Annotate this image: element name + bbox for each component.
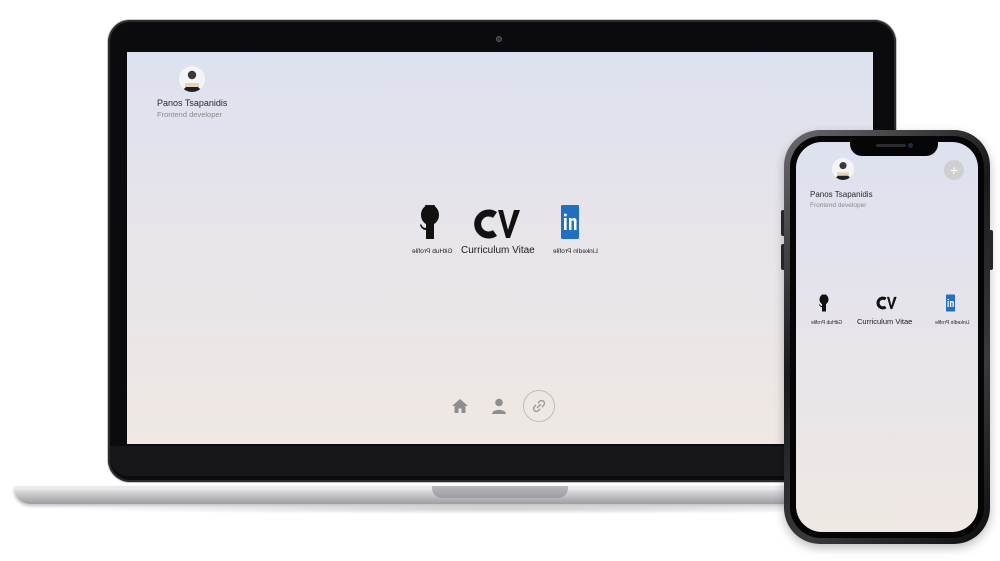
phone-github-link[interactable]: GitHub Profile [808,294,843,334]
github-icon [420,204,439,239]
profile-role: Frontend developer [157,110,223,119]
phone-front-camera [908,143,913,148]
phone-profile-role: Frontend developer [810,202,867,209]
avatar-image [179,66,205,92]
laptop-bezel-bottom [110,446,894,476]
cv-icon [876,296,897,310]
linkedin-link-label: LinkedIn Profile [553,248,598,255]
github-link-label: GitHub Profile [412,248,453,255]
phone-cv-link[interactable]: Curriculum Vitae [854,292,924,336]
linkedin-icon [561,205,579,239]
cv-link[interactable]: Curriculum Vitae [457,202,547,262]
add-button[interactable]: + [944,160,964,180]
phone-profile-name: Panos Tsapanidis [810,190,873,199]
laptop-screen: Panos Tsapanidis Frontend developer GitH… [127,52,873,444]
github-icon [819,294,829,312]
phone-screen: + Panos Tsapanidis Frontend developer Gi… [796,142,978,532]
phone-speaker [876,144,906,147]
home-icon [452,399,468,413]
nav-home[interactable] [448,394,472,418]
nav-links[interactable] [523,390,555,422]
user-icon [492,398,506,414]
linkedin-link[interactable]: LinkedIn Profile [551,204,598,260]
phone-avatar[interactable] [832,158,854,180]
avatar[interactable] [179,66,205,92]
laptop-opening-notch [432,486,568,498]
cv-icon [474,209,520,239]
profile-name: Panos Tsapanidis [157,98,228,108]
cv-link-label: Curriculum Vitae [461,245,535,256]
phone-github-label: GitHub Profile [811,320,843,326]
linkedin-icon [946,294,955,312]
github-link[interactable]: GitHub Profile [410,204,453,260]
link-icon [532,399,546,413]
laptop-camera [496,36,502,42]
phone-linkedin-link[interactable]: LinkedIn Profile [934,294,970,334]
phone-notch [850,140,938,156]
avatar-image [832,158,854,180]
phone-linkedin-label: LinkedIn Profile [935,320,970,326]
phone-cv-label: Curriculum Vitae [857,317,913,326]
nav-profile[interactable] [487,394,511,418]
